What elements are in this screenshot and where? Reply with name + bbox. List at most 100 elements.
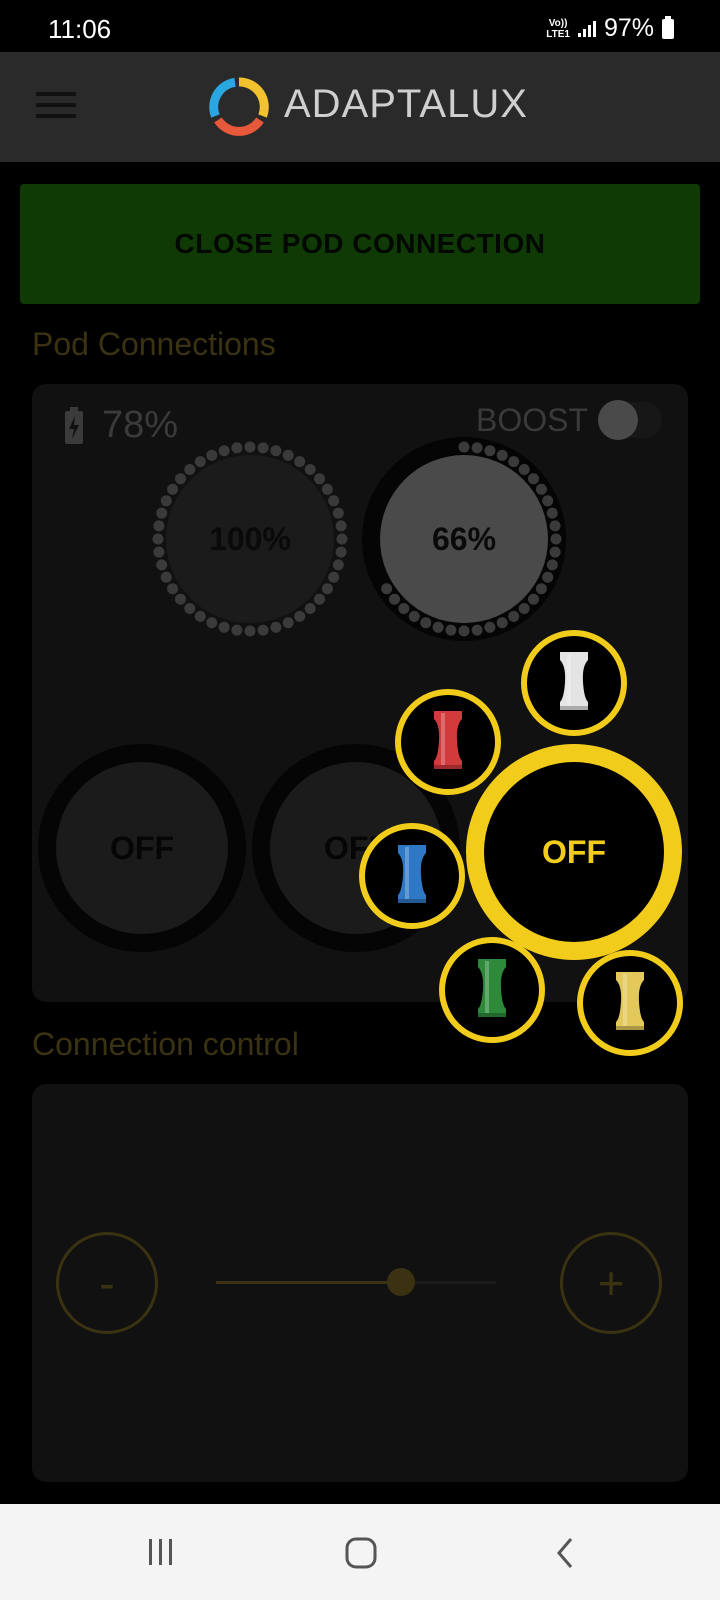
dial-dot <box>549 520 561 532</box>
battery-icon <box>662 15 674 39</box>
dial-dot <box>535 583 547 595</box>
hamburger-menu-icon[interactable] <box>36 92 76 122</box>
dial-dot <box>535 483 547 495</box>
adaptalux-logo-icon <box>209 77 269 136</box>
dial-dot <box>496 617 508 629</box>
filter-yellow-button[interactable] <box>577 950 683 1056</box>
dial-dot <box>231 442 243 454</box>
dial-dot <box>546 507 558 519</box>
filter-blue-button[interactable] <box>359 823 465 929</box>
dial-dot <box>471 624 483 636</box>
app-bar: ADAPTALUX <box>0 52 720 162</box>
dial-dot <box>314 593 325 605</box>
status-time: 11:06 <box>48 14 112 44</box>
pod-connections-title: Pod Connections <box>32 326 276 362</box>
increase-button[interactable]: + <box>560 1232 662 1334</box>
blue-filter-icon <box>398 845 426 903</box>
dial-dot <box>389 593 400 605</box>
dial-dot <box>270 445 282 457</box>
dial-dot <box>381 583 393 595</box>
home-icon[interactable] <box>344 1536 378 1570</box>
brand-name: ADAPTALUX <box>284 82 528 126</box>
dial-dot <box>542 571 554 583</box>
dial-dot <box>314 473 325 485</box>
dial-dot <box>508 610 520 622</box>
dial-dot <box>484 445 496 457</box>
back-icon[interactable] <box>554 1536 576 1570</box>
dial-dot <box>257 442 269 454</box>
dial-dot <box>420 617 432 629</box>
dial-dot <box>218 621 230 633</box>
dial-dot <box>167 583 179 595</box>
dial-dot <box>294 610 306 622</box>
dial-dot <box>282 449 294 461</box>
dial-dot <box>328 571 340 583</box>
dial-dot <box>518 603 530 614</box>
connection-control-title: Connection control <box>32 1026 299 1062</box>
decrease-button[interactable]: - <box>56 1232 158 1334</box>
dial-dot <box>194 456 206 468</box>
dial-dot <box>528 473 539 485</box>
dial-dot <box>471 442 483 454</box>
dial-dot <box>206 617 218 629</box>
dial-dot <box>458 625 470 637</box>
dial-dot <box>184 464 196 475</box>
dial-dot <box>244 625 256 637</box>
dial-dot <box>206 449 218 461</box>
dial-dot <box>175 593 186 605</box>
dial-dot <box>332 507 344 519</box>
dial-dot <box>335 546 347 558</box>
pod-1-toggle[interactable]: OFF <box>38 744 246 952</box>
dial-dot <box>160 495 172 507</box>
red-filter-icon <box>434 711 462 769</box>
dial-dot <box>398 603 410 614</box>
dial-dot <box>508 456 520 468</box>
dial-dot <box>546 559 558 571</box>
dial-dot <box>518 464 530 475</box>
dial-dot <box>282 617 294 629</box>
pod-3-toggle[interactable]: OFF <box>466 744 682 960</box>
filter-red-button[interactable] <box>395 689 501 795</box>
system-navigation-bar <box>0 1504 720 1600</box>
status-bar: 11:06 Vo)) LTE1 97% <box>0 0 720 52</box>
filter-green-button[interactable] <box>439 937 545 1043</box>
dial-dot <box>167 483 179 495</box>
network-type-icon: Vo)) LTE1 <box>546 17 570 40</box>
dial-dot <box>528 593 539 605</box>
filter-white-button[interactable] <box>521 630 627 736</box>
dial-dot <box>153 520 165 532</box>
dial-dot <box>184 603 196 614</box>
boost-toggle[interactable] <box>598 400 662 440</box>
white-filter-icon <box>560 652 588 710</box>
intensity-dial-1[interactable]: 100% <box>148 437 352 641</box>
dial-dot <box>218 445 230 457</box>
battery-percentage: 97% <box>603 14 654 42</box>
dial-dot <box>336 533 348 545</box>
dial-dot <box>408 610 420 622</box>
dial-dot <box>496 449 508 461</box>
dial-dot <box>484 621 496 633</box>
dial-dot <box>432 621 444 633</box>
dial-dot <box>175 473 186 485</box>
dial-dot <box>304 464 316 475</box>
slider-thumb[interactable] <box>386 1268 415 1296</box>
dial-dot <box>328 495 340 507</box>
dial-dot <box>153 546 165 558</box>
yellow-filter-icon <box>616 972 644 1030</box>
intensity-dial-2[interactable]: 66% <box>362 437 566 641</box>
dial-dot <box>270 621 282 633</box>
dial-dot <box>321 583 333 595</box>
battery-charging-icon <box>65 406 83 444</box>
close-pod-connection-button[interactable]: CLOSE POD CONNECTION <box>20 184 700 304</box>
recents-icon[interactable] <box>146 1536 176 1568</box>
slider-fill <box>216 1281 401 1284</box>
dial-dot <box>244 441 256 453</box>
boost-label: BOOST <box>476 402 589 438</box>
dial-dot <box>156 559 168 571</box>
dial-dot <box>335 520 347 532</box>
dial-dot <box>294 456 306 468</box>
connection-slider[interactable] <box>216 1268 496 1296</box>
dial-dot <box>304 603 316 614</box>
dial-dot <box>550 533 562 545</box>
dial-1-value: 100% <box>166 455 334 623</box>
